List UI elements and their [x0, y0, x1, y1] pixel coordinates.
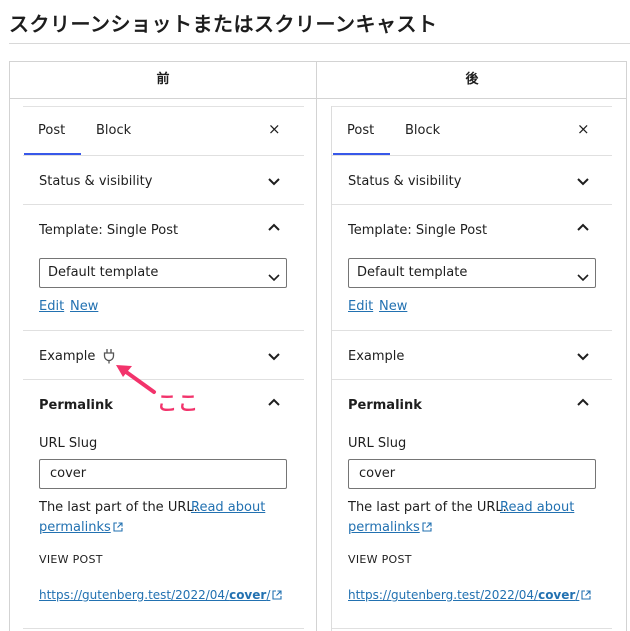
- chevron-down-icon[interactable]: [268, 351, 282, 365]
- section-example[interactable]: Example: [348, 349, 404, 364]
- url-slug-label: URL Slug: [348, 436, 407, 451]
- comparison-table: 前 後 Post Block × Status & visibility Tem…: [9, 61, 627, 631]
- section-template[interactable]: Template: Single Post: [348, 223, 487, 238]
- arrow-icon: [116, 365, 156, 394]
- section-status-visibility[interactable]: Status & visibility: [39, 174, 152, 189]
- sidebar-panel-after: Post Block × Status & visibility Templat…: [331, 106, 612, 631]
- section-template[interactable]: Template: Single Post: [39, 223, 178, 238]
- chevron-up-icon[interactable]: [268, 398, 282, 412]
- tab-block[interactable]: Block: [405, 123, 440, 138]
- sidebar-panel-before: Post Block × Status & visibility Templat…: [23, 106, 304, 631]
- view-post-label: VIEW POST: [348, 553, 412, 566]
- read-about-link[interactable]: Read about: [500, 500, 574, 515]
- chevron-down-icon[interactable]: [268, 176, 282, 190]
- edit-link[interactable]: Edit: [39, 299, 64, 314]
- chevron-up-icon[interactable]: [577, 223, 591, 237]
- chevron-down-icon[interactable]: [577, 176, 591, 190]
- permalinks-link[interactable]: permalinks: [348, 520, 432, 536]
- template-select[interactable]: Default template: [39, 258, 287, 288]
- external-link-icon: [581, 589, 591, 603]
- chevron-down-icon: [577, 267, 589, 286]
- permalinks-link[interactable]: permalinks: [39, 520, 123, 536]
- chevron-up-icon[interactable]: [577, 398, 591, 412]
- heading-divider: [9, 43, 630, 44]
- new-link[interactable]: New: [70, 299, 98, 314]
- column-divider: [316, 62, 317, 631]
- permalink-url-link[interactable]: https://gutenberg.test/2022/04/cover/: [39, 588, 282, 603]
- section-permalink[interactable]: Permalink: [348, 398, 422, 413]
- section-permalink[interactable]: Permalink: [39, 398, 113, 413]
- tab-block[interactable]: Block: [96, 123, 131, 138]
- chevron-up-icon[interactable]: [268, 223, 282, 237]
- template-select-value: Default template: [48, 265, 159, 280]
- chevron-down-icon: [268, 267, 280, 286]
- column-header-after: 後: [465, 72, 479, 87]
- external-link-icon: [422, 521, 432, 536]
- permalink-url-link[interactable]: https://gutenberg.test/2022/04/cover/: [348, 588, 591, 603]
- view-post-label: VIEW POST: [39, 553, 103, 566]
- annotation-label: ここ: [157, 391, 199, 415]
- header-divider: [10, 98, 626, 99]
- template-select[interactable]: Default template: [348, 258, 596, 288]
- close-icon[interactable]: ×: [268, 120, 281, 138]
- url-slug-value: cover: [50, 466, 87, 481]
- external-link-icon: [113, 521, 123, 536]
- help-text: The last part of the URL.: [39, 500, 198, 515]
- chevron-down-icon[interactable]: [577, 351, 591, 365]
- read-about-link[interactable]: Read about: [191, 500, 265, 515]
- url-slug-label: URL Slug: [39, 436, 98, 451]
- help-text: The last part of the URL.: [348, 500, 507, 515]
- template-select-value: Default template: [357, 265, 468, 280]
- url-slug-input[interactable]: cover: [39, 459, 287, 489]
- tab-post[interactable]: Post: [38, 123, 65, 138]
- edit-link[interactable]: Edit: [348, 299, 373, 314]
- section-example[interactable]: Example: [39, 349, 95, 364]
- tab-post[interactable]: Post: [347, 123, 374, 138]
- external-link-icon: [272, 589, 282, 603]
- section-status-visibility[interactable]: Status & visibility: [348, 174, 461, 189]
- column-header-before: 前: [156, 72, 170, 87]
- page-heading: スクリーンショットまたはスクリーンキャスト: [9, 12, 438, 36]
- url-slug-value: cover: [359, 466, 396, 481]
- url-slug-input[interactable]: cover: [348, 459, 596, 489]
- close-icon[interactable]: ×: [577, 120, 590, 138]
- new-link[interactable]: New: [379, 299, 407, 314]
